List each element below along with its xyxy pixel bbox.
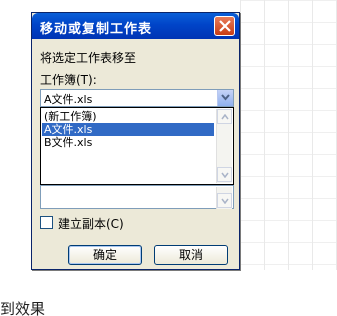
- list-scroll-down-button[interactable]: [217, 193, 232, 208]
- move-copy-sheet-dialog: 移动或复制工作表 将选定工作表移至 工作簿(T): A文件.xls (新工作簿)…: [31, 12, 240, 270]
- ok-button[interactable]: 确定: [68, 245, 142, 265]
- workbook-select[interactable]: A文件.xls: [40, 89, 234, 107]
- create-copy-label[interactable]: 建立副本(C): [58, 215, 124, 232]
- sheet-position-list[interactable]: [40, 185, 234, 209]
- dropdown-option-new-workbook[interactable]: (新工作簿): [42, 110, 214, 123]
- move-to-label: 将选定工作表移至: [40, 51, 137, 65]
- spreadsheet-background: [240, 0, 337, 270]
- workbook-label: 工作簿(T):: [40, 73, 97, 87]
- workbook-dropdown-button[interactable]: [217, 90, 233, 106]
- chevron-down-icon: [221, 94, 230, 101]
- dropdown-option-a-file[interactable]: A文件.xls: [42, 123, 214, 136]
- close-icon: [219, 20, 231, 32]
- workbook-dropdown-list: (新工作簿) A文件.xls B文件.xls: [40, 107, 234, 185]
- chevron-down-icon: [221, 172, 229, 178]
- create-copy-checkbox[interactable]: [40, 216, 53, 229]
- scroll-down-button[interactable]: [217, 167, 232, 182]
- cancel-button[interactable]: 取消: [154, 245, 228, 265]
- background-caption: 到效果: [0, 300, 46, 316]
- title-bar[interactable]: 移动或复制工作表: [32, 13, 239, 39]
- dropdown-scrollbar[interactable]: [216, 109, 232, 183]
- chevron-up-icon: [221, 114, 229, 120]
- scroll-up-button[interactable]: [217, 109, 232, 124]
- close-button[interactable]: [214, 16, 235, 36]
- dropdown-option-b-file[interactable]: B文件.xls: [42, 136, 214, 149]
- chevron-down-icon: [221, 198, 229, 204]
- workbook-select-value: A文件.xls: [44, 93, 93, 106]
- dialog-title: 移动或复制工作表: [40, 22, 153, 37]
- list-scrollbar[interactable]: [216, 187, 232, 209]
